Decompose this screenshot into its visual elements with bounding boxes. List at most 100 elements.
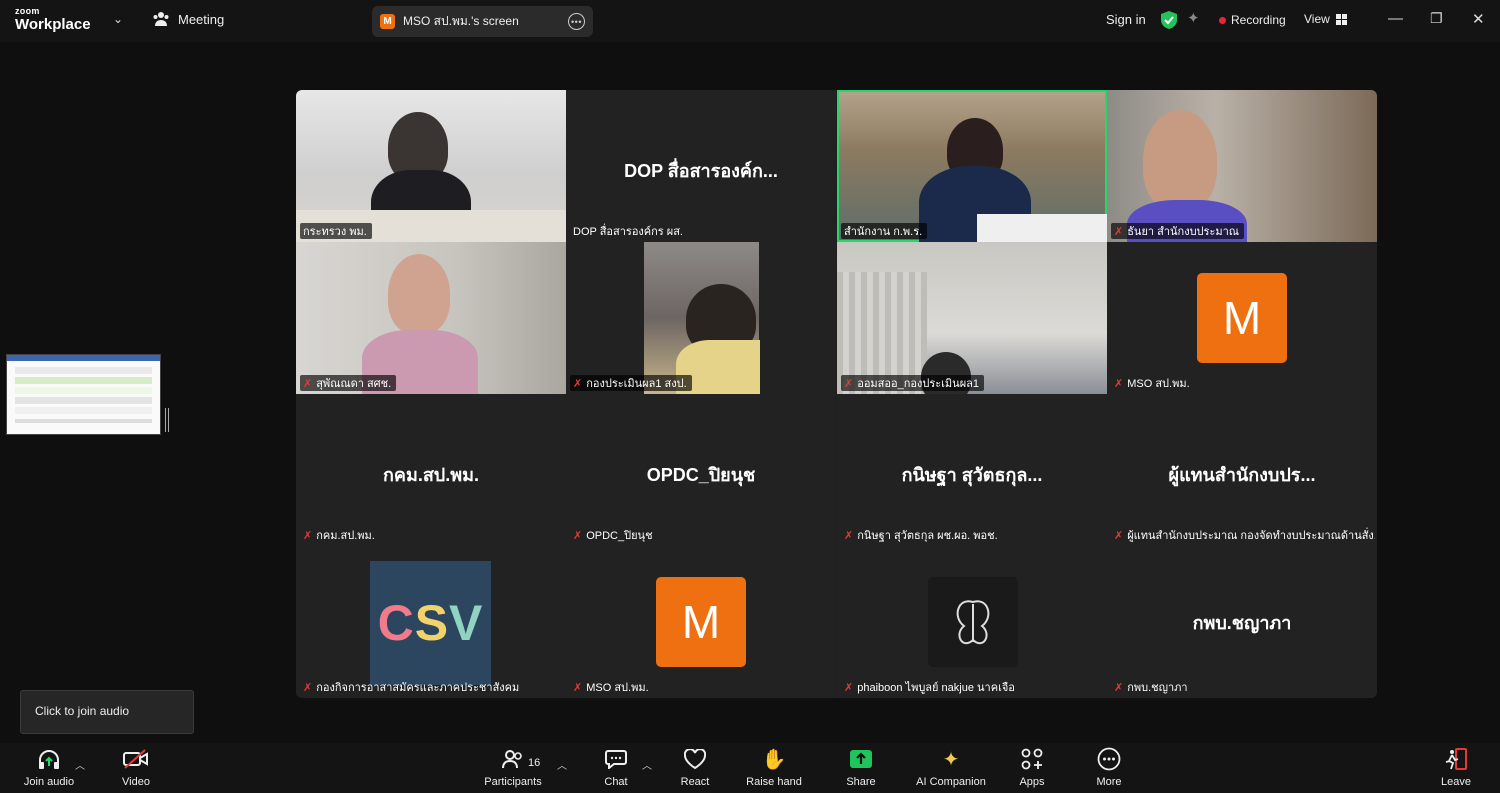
- mic-muted-icon: ✗: [1114, 377, 1124, 390]
- video-gallery: กระทรวง พม. DOP สื่อสารองค์ก... DOP สื่อ…: [296, 90, 1377, 698]
- participant-display-name: DOP สื่อสารองค์ก...: [624, 161, 778, 181]
- participant-name-label: DOP สื่อสารองค์กร ผส.: [573, 226, 683, 238]
- leave-button[interactable]: Leave: [1438, 743, 1474, 793]
- thumbnail-header: [7, 355, 160, 361]
- participant-display-name: ผู้แทนสำนักงบปร...: [1168, 465, 1316, 485]
- mic-muted-icon: ✗: [303, 681, 313, 694]
- shared-screen-title: MSO สป.พม.'s screen: [403, 14, 519, 28]
- chat-caret-icon[interactable]: ︿: [642, 757, 652, 772]
- mic-muted-icon: ✗: [844, 681, 854, 694]
- participant-tile[interactable]: DOP สื่อสารองค์ก... DOP สื่อสารองค์กร ผส…: [566, 90, 836, 242]
- heart-icon: [677, 743, 713, 775]
- shield-check-icon[interactable]: [1161, 11, 1177, 29]
- ai-companion-button[interactable]: ✦ AI Companion: [913, 743, 989, 793]
- chat-icon: [598, 743, 634, 775]
- participant-tile[interactable]: ผู้แทนสำนักงบปร... ✗ ผู้แทนสำนักงบประมาณ …: [1107, 394, 1377, 546]
- share-screen-icon: [843, 743, 879, 775]
- view-label: View: [1304, 12, 1330, 26]
- video-label: Video: [122, 776, 150, 788]
- zoom-workplace-logo: zoom Workplace: [15, 7, 91, 33]
- participant-display-name: กนิษฐา สุวัตธกุล...: [901, 465, 1043, 485]
- mic-muted-icon: ✗: [573, 681, 583, 694]
- participant-tile[interactable]: ✗ ธันยา สำนักงบประมาณ: [1107, 90, 1377, 242]
- meeting-people-icon: [153, 12, 169, 26]
- mic-muted-icon: ✗: [573, 377, 583, 390]
- recording-dot-icon: [1219, 16, 1226, 24]
- join-audio-label: Join audio: [23, 776, 75, 788]
- logo-big-text: Workplace: [15, 16, 91, 33]
- participant-name-label: ✗ phaiboon ไพบูลย์ nakjue นาคเจือ: [844, 681, 1015, 695]
- audio-options-caret-icon[interactable]: ︿: [75, 757, 85, 772]
- meeting-button[interactable]: Meeting: [152, 11, 224, 27]
- video-off-icon: [114, 743, 158, 775]
- participants-count: 16: [528, 757, 541, 769]
- video-button[interactable]: Video: [114, 743, 158, 793]
- participant-tile[interactable]: M ✗ MSO สป.พม.: [566, 546, 836, 698]
- participant-tile[interactable]: ✗ สุพัณณดา สศช.: [296, 242, 566, 394]
- participant-avatar-image: [928, 577, 1018, 667]
- more-options-icon[interactable]: •••: [568, 13, 585, 30]
- mic-muted-icon: ✗: [844, 529, 854, 542]
- ai-sparkle-icon[interactable]: ✦: [1187, 9, 1200, 27]
- participant-tile[interactable]: ✗ ออมสออ_กองประเมินผล1: [837, 242, 1107, 394]
- view-button[interactable]: View: [1304, 12, 1347, 26]
- participant-avatar: M: [656, 577, 746, 667]
- shared-screen-indicator[interactable]: M MSO สป.พม.'s screen •••: [372, 6, 593, 37]
- leave-icon: [1438, 743, 1474, 775]
- meeting-label: Meeting: [178, 11, 225, 27]
- apps-button[interactable]: Apps: [1015, 743, 1049, 793]
- participant-tile[interactable]: ✗ phaiboon ไพบูลย์ nakjue นาคเจือ: [837, 546, 1107, 698]
- participant-name-label: ✗ MSO สป.พม.: [573, 681, 649, 695]
- thumbnail-drag-handle[interactable]: [165, 408, 169, 432]
- csv-logo: CSV: [370, 561, 491, 685]
- participant-tile[interactable]: CSV ✗ กองกิจการอาสาสมัครและภาคประชาสังคม: [296, 546, 566, 698]
- react-button[interactable]: React: [677, 743, 713, 793]
- raise-hand-button[interactable]: ✋ Raise hand: [745, 743, 803, 793]
- participant-tile[interactable]: M ✗ MSO สป.พม.: [1107, 242, 1377, 394]
- raise-hand-icon: ✋: [761, 748, 787, 771]
- mic-muted-icon: ✗: [1114, 681, 1124, 694]
- participant-tile[interactable]: กระทรวง พม.: [296, 90, 566, 242]
- mic-muted-icon: ✗: [303, 529, 313, 542]
- apps-label: Apps: [1019, 776, 1045, 788]
- participant-avatar: M: [1197, 273, 1287, 363]
- share-button[interactable]: Share: [843, 743, 879, 793]
- ai-companion-label: AI Companion: [916, 776, 986, 788]
- participant-name-label: ✗ กพบ.ชญาภา: [1114, 681, 1188, 695]
- participant-tile[interactable]: กพบ.ชญาภา ✗ กพบ.ชญาภา: [1107, 546, 1377, 698]
- sign-in-link[interactable]: Sign in: [1106, 12, 1146, 27]
- participants-caret-icon[interactable]: ︿: [557, 757, 567, 772]
- more-icon: [1092, 743, 1126, 775]
- share-label: Share: [846, 776, 876, 788]
- participant-display-name: กพบ.ชญาภา: [1192, 613, 1292, 633]
- join-audio-button[interactable]: Join audio: [20, 743, 78, 793]
- bottom-toolbar: Join audio ︿ Video Participants 16 ︿ Cha…: [0, 743, 1500, 793]
- more-button[interactable]: More: [1092, 743, 1126, 793]
- minimize-icon[interactable]: —: [1388, 10, 1403, 27]
- butterfly-icon: [956, 600, 990, 645]
- chat-label: Chat: [604, 776, 628, 788]
- sharer-avatar: M: [380, 14, 395, 29]
- chat-button[interactable]: Chat: [598, 743, 634, 793]
- close-icon[interactable]: ✕: [1472, 10, 1485, 28]
- mic-muted-icon: ✗: [1114, 529, 1124, 542]
- participant-name-label: สำนักงาน ก.พ.ร.: [841, 223, 928, 239]
- mic-muted-icon: ✗: [573, 529, 583, 542]
- participant-tile[interactable]: กนิษฐา สุวัตธกุล... ✗ กนิษฐา สุวัตธกุล ผช…: [837, 394, 1107, 546]
- participant-tile-active-speaker[interactable]: สำนักงาน ก.พ.ร.: [837, 90, 1107, 242]
- chevron-down-icon[interactable]: ⌄: [113, 12, 123, 26]
- participant-tile[interactable]: ✗ กองประเมินผล1 สงป.: [566, 242, 836, 394]
- participant-name-label: ✗ กองกิจการอาสาสมัครและภาคประชาสังคม: [303, 681, 520, 695]
- more-label: More: [1096, 776, 1122, 788]
- restore-icon[interactable]: ❐: [1430, 10, 1443, 27]
- participant-name-label: ✗ สุพัณณดา สศช.: [300, 375, 397, 391]
- participant-tile[interactable]: OPDC_ปิยนุช ✗ OPDC_ปิยนุช: [566, 394, 836, 546]
- participant-display-name: กคม.สป.พม.: [383, 465, 479, 485]
- participant-tile[interactable]: กคม.สป.พม. ✗ กคม.สป.พม.: [296, 394, 566, 546]
- top-bar: zoom Workplace ⌄ Meeting M MSO สป.พม.'s …: [0, 0, 1500, 42]
- recording-indicator[interactable]: Recording: [1219, 13, 1286, 27]
- participant-name-label: ✗ ธันยา สำนักงบประมาณ: [1111, 223, 1244, 239]
- mic-muted-icon: ✗: [844, 377, 854, 390]
- shared-screen-thumbnail[interactable]: [6, 354, 161, 435]
- mic-muted-icon: ✗: [303, 377, 313, 390]
